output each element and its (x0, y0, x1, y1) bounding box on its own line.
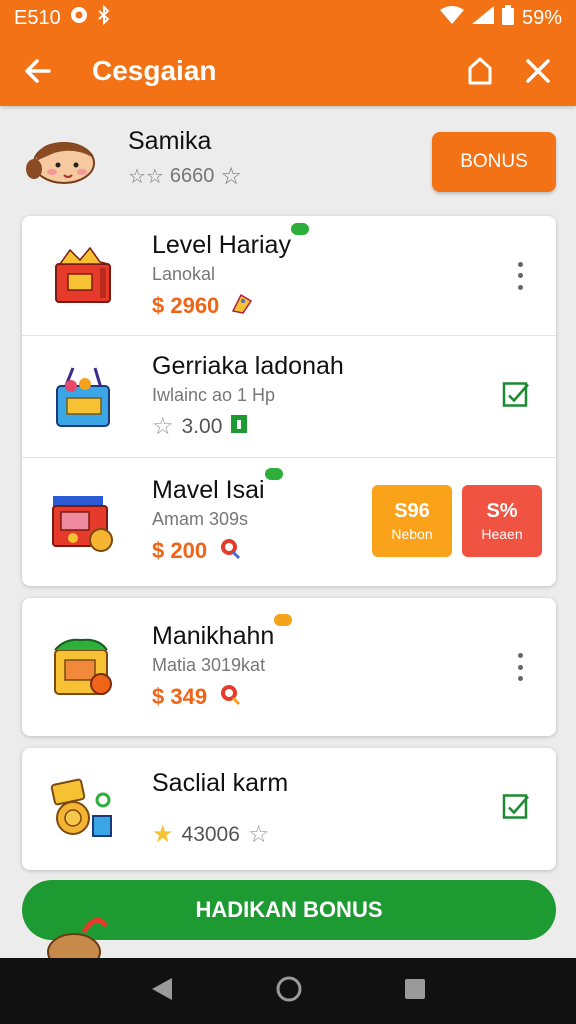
basket-decoration-icon (44, 912, 114, 958)
shopping-basket-icon (44, 358, 122, 436)
star-outline-icon: ☆☆ (128, 166, 164, 188)
item-price: $ 2960 (152, 292, 220, 318)
item-rating: 43006 (181, 822, 240, 846)
item-title: Mavel Isai (152, 476, 265, 504)
medal-icon (217, 682, 243, 712)
new-badge (290, 222, 309, 235)
item-price: $ 349 (152, 684, 208, 709)
signal-icon (471, 6, 494, 30)
gift-box-icon (44, 237, 122, 315)
arrow-left-icon[interactable] (16, 49, 60, 93)
new-badge (264, 468, 283, 480)
medal-icon (217, 536, 243, 566)
notification-icon (69, 5, 89, 31)
list-item[interactable]: Manikhahn Matia 3019kat $ 349 (22, 598, 556, 736)
action-button-secondary[interactable]: S% Heaen (462, 485, 542, 557)
action-label: Heaen (481, 526, 523, 542)
status-time: E510 (14, 6, 61, 29)
user-header: Samika ☆☆ 6660 ☆ BONUS (22, 122, 556, 202)
checkbox-checked-icon[interactable] (502, 793, 530, 826)
close-icon[interactable] (516, 49, 560, 93)
lock-icon (230, 413, 248, 441)
offer-card: Manikhahn Matia 3019kat $ 349 (22, 598, 556, 736)
more-options-icon[interactable] (510, 256, 530, 296)
action-value: S96 (394, 500, 430, 522)
star-outline-icon: ☆ (247, 821, 270, 848)
item-price: $ 200 (152, 538, 208, 563)
item-subtitle: Matia 3019kat (152, 655, 266, 675)
battery-percent: 59% (521, 6, 562, 29)
action-label: Nebon (391, 526, 433, 542)
page-title: Cesgaian (92, 55, 217, 86)
user-rating-value: 6660 (169, 165, 215, 187)
square-recents-icon[interactable] (404, 978, 426, 1005)
app-bar: Cesgaian (0, 36, 576, 106)
coin-watering-can-icon (44, 770, 122, 848)
item-title: Manikhahn (152, 622, 275, 650)
checkbox-checked-icon[interactable] (502, 380, 530, 413)
more-options-icon[interactable] (510, 647, 530, 687)
item-subtitle: Iwlainc ao 1 Hp (152, 385, 276, 405)
action-button-primary[interactable]: S96 Nebon (372, 485, 452, 557)
user-name: Samika (128, 127, 212, 155)
cash-register-icon (44, 482, 122, 560)
list-item[interactable]: Level Hariay Lanokal $ 2960 (22, 216, 556, 336)
triangle-back-icon[interactable] (150, 976, 174, 1007)
list-item[interactable]: Mavel Isai Amam 309s $ 200 S96 Nebon S% … (22, 458, 556, 584)
item-subtitle: Lanokal (152, 263, 216, 284)
item-title: Level Hariay (152, 230, 291, 259)
wifi-icon (439, 6, 464, 30)
list-item[interactable]: Saclial karm ★ 43006 ☆ (22, 748, 556, 870)
system-nav-bar (0, 958, 576, 1024)
bluetooth-icon (97, 4, 111, 31)
item-rating: 3.00 (181, 414, 223, 438)
offer-card: Saclial karm ★ 43006 ☆ (22, 748, 556, 870)
share-icon[interactable] (458, 49, 502, 93)
item-title: Saclial karm (152, 769, 289, 797)
bonus-button[interactable]: BONUS (432, 132, 556, 192)
offers-card: Level Hariay Lanokal $ 2960 Gerriaka lad… (22, 216, 556, 586)
new-badge (274, 614, 293, 626)
item-title: Gerriaka ladonah (152, 352, 344, 380)
status-bar: E510 59% (0, 0, 576, 36)
action-value: S% (486, 500, 518, 522)
avatar[interactable] (22, 132, 98, 192)
star-outline-icon: ☆ (152, 413, 174, 440)
battery-icon (501, 5, 514, 31)
star-outline-icon: ☆ (220, 163, 242, 190)
user-rating: ☆☆ 6660 ☆ (128, 162, 432, 191)
tag-icon (229, 291, 255, 321)
shop-stall-icon (44, 628, 122, 706)
circle-home-icon[interactable] (275, 975, 303, 1008)
star-filled-icon: ★ (152, 821, 174, 848)
list-item[interactable]: Gerriaka ladonah Iwlainc ao 1 Hp ☆ 3.00 (22, 336, 556, 458)
